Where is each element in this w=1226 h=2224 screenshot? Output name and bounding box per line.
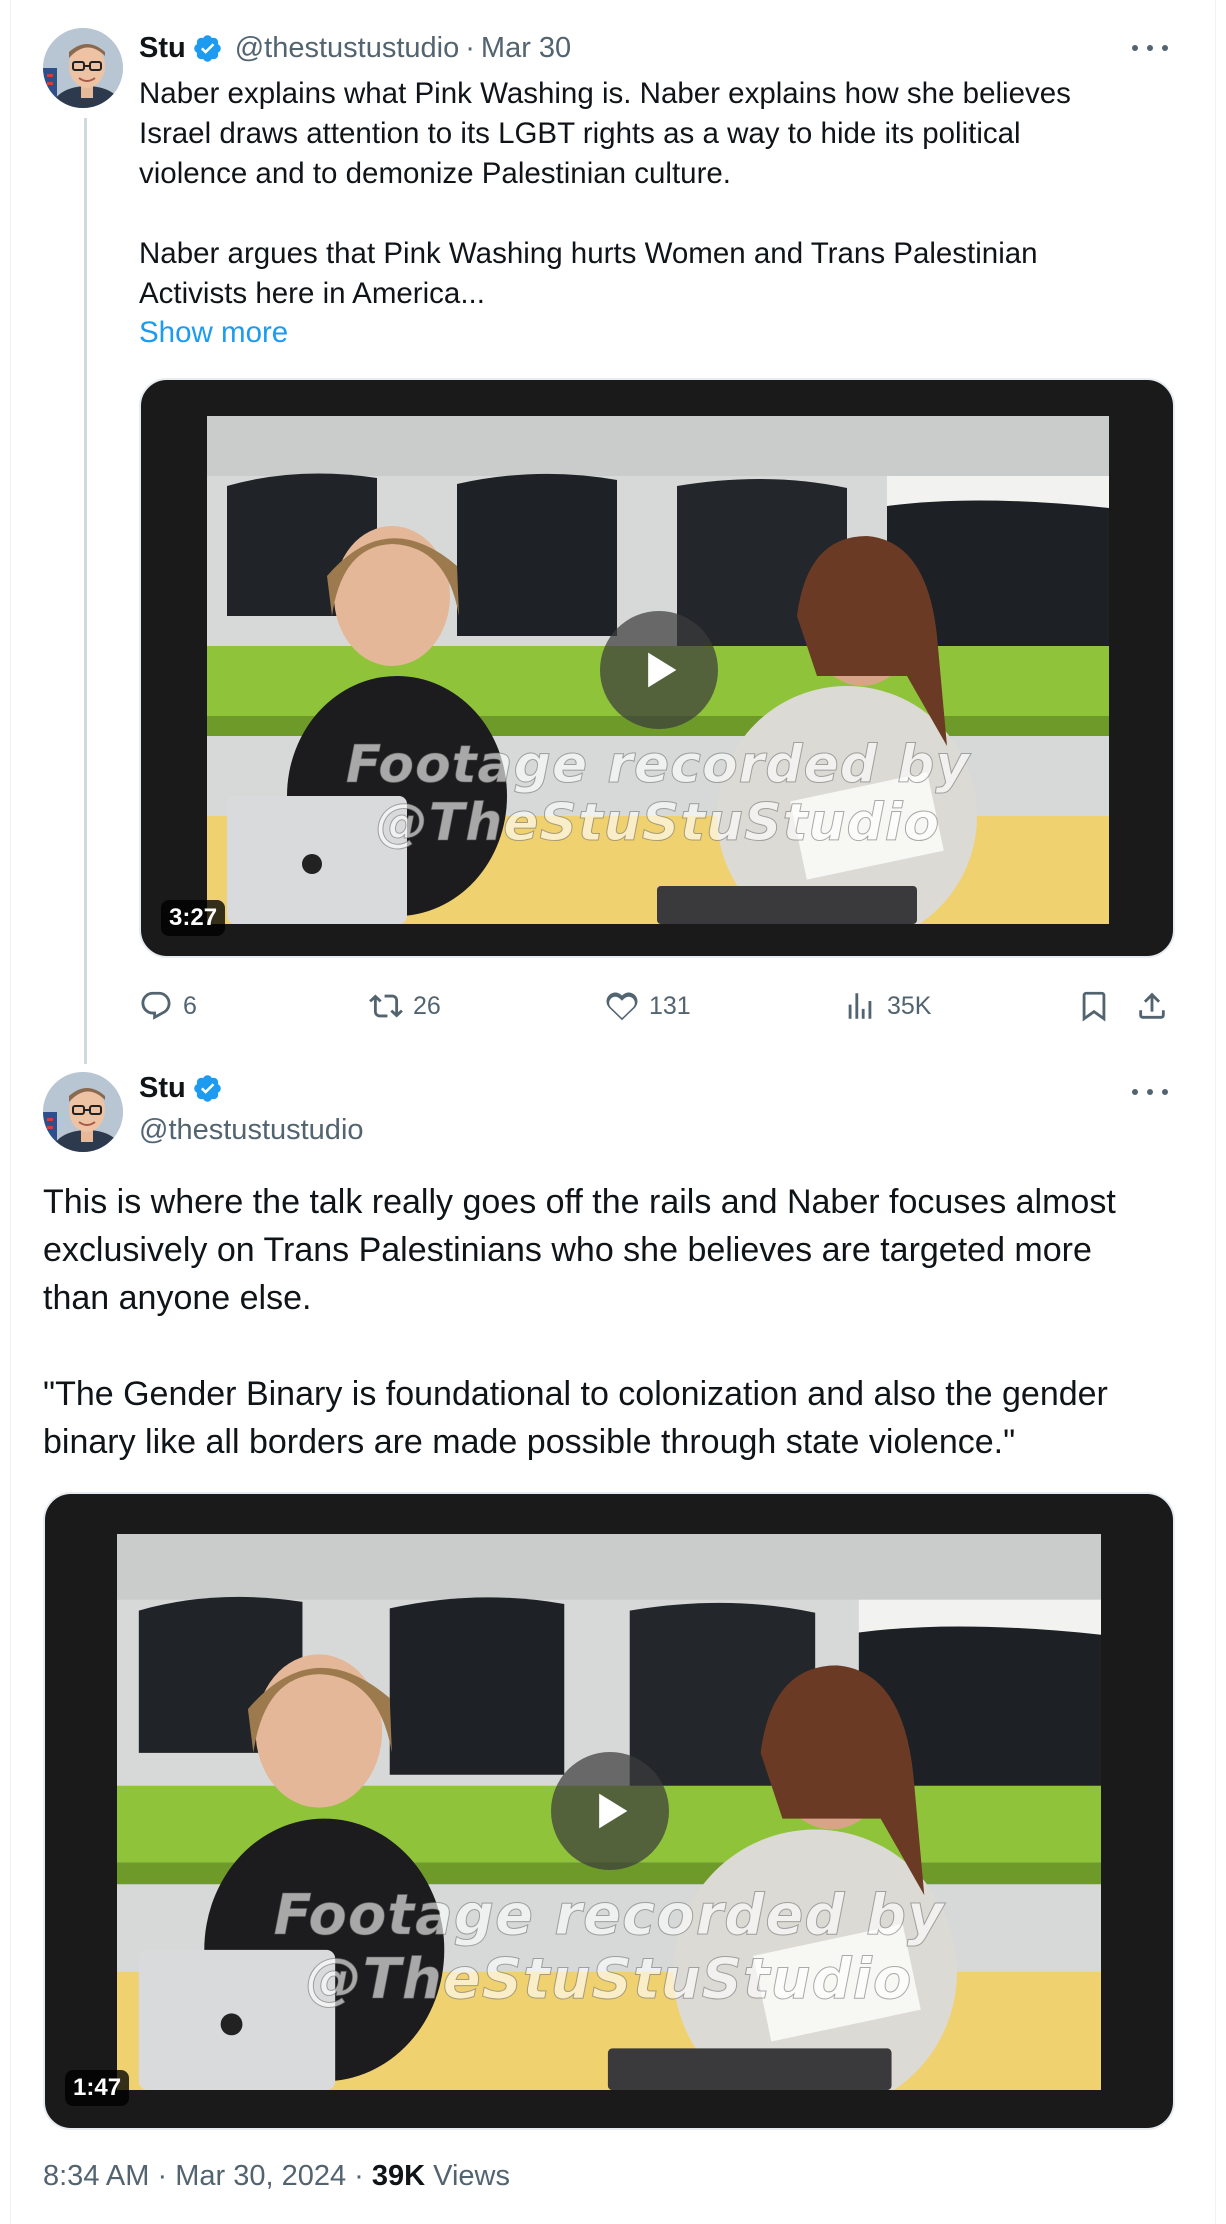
video-duration: 1:47 (65, 2070, 130, 2106)
bookmark-icon (1082, 991, 1106, 1022)
post-text-line: Naber argues that Pink Washing hurts Wom… (139, 237, 1038, 270)
author-name[interactable]: Stu (139, 32, 186, 65)
post-text: This is where the talk really goes off t… (43, 1178, 1183, 1466)
video-watermark: Footage recorded by @TheStuStuStudio (207, 735, 1109, 853)
repost-count: 26 (413, 991, 441, 1020)
avatar-image (43, 1072, 123, 1152)
watermark-line: Footage recorded by (273, 1883, 945, 1948)
post-text-line: than anyone else. (43, 1279, 312, 1317)
like-icon (606, 992, 638, 1021)
author-handle[interactable]: @thestustustudio (235, 32, 460, 65)
post-text-line: This is where the talk really goes off t… (43, 1183, 1116, 1221)
post-header: Stu (139, 1072, 223, 1105)
views-total: 39K (371, 2160, 426, 2192)
post-text-line: Activists here in America... (139, 277, 485, 310)
more-icon[interactable] (1132, 38, 1168, 58)
show-more-link[interactable]: Show more (139, 313, 288, 353)
more-icon[interactable] (1132, 1082, 1168, 1102)
meta-separator: · (354, 2160, 364, 2192)
reply-button[interactable]: 6 (139, 984, 197, 1028)
avatar-image (43, 28, 123, 108)
views-count: 35K (887, 991, 932, 1020)
reply-count: 6 (183, 991, 197, 1020)
share-icon (1139, 992, 1165, 1019)
views-label: Views (433, 2160, 510, 2192)
author-handle[interactable]: @thestustustudio (139, 1114, 364, 1147)
views-button[interactable]: 35K (843, 984, 931, 1028)
author-name[interactable]: Stu (139, 1072, 186, 1105)
views-icon (848, 993, 872, 1019)
post-text-line (43, 1322, 1183, 1370)
post-text-line (139, 194, 1159, 234)
post-full-date[interactable]: Mar 30, 2024 (175, 2160, 346, 2192)
bookmark-button[interactable] (1077, 984, 1111, 1028)
watermark-line: Footage recorded by (345, 735, 971, 795)
repost-icon (369, 994, 403, 1018)
post-text-line: binary like all borders are made possibl… (43, 1423, 1016, 1461)
video-player[interactable]: Footage recorded by @TheStuStuStudio 1:4… (43, 1492, 1175, 2130)
post-date[interactable]: Mar 30 (481, 32, 571, 65)
header-separator: · (465, 31, 475, 64)
avatar[interactable] (43, 28, 123, 108)
play-button[interactable] (600, 611, 718, 729)
verified-badge-icon (192, 1073, 223, 1104)
post-text: Naber explains what Pink Washing is. Nab… (139, 74, 1159, 314)
watermark-line: @TheStuStuStudio (305, 1947, 913, 2012)
meta-separator: · (157, 2160, 168, 2192)
post-header: Stu @thestustustudio · Mar 30 (139, 28, 571, 68)
post-meta: 8:34 AM · Mar 30, 2024 · 39K Views (43, 2160, 510, 2193)
post-text-line: Israel draws attention to its LGBT right… (139, 117, 1021, 150)
play-button[interactable] (551, 1752, 669, 1870)
video-player[interactable]: Footage recorded by @TheStuStuStudio 3:2… (139, 378, 1175, 958)
play-icon (599, 1793, 628, 1829)
reply-icon (141, 991, 171, 1020)
post-time[interactable]: 8:34 AM (43, 2160, 149, 2192)
video-duration: 3:27 (161, 900, 226, 936)
post-text-line: "The Gender Binary is foundational to co… (43, 1375, 1108, 1413)
like-count: 131 (649, 991, 691, 1020)
play-icon (648, 652, 677, 688)
verified-badge-icon (192, 33, 223, 64)
video-watermark: Footage recorded by @TheStuStuStudio (117, 1883, 1101, 2012)
thread-connector-line (84, 118, 87, 1064)
post-actions: 6 26 131 35K (139, 984, 1175, 1028)
repost-button[interactable]: 26 (369, 984, 441, 1028)
post-text-line: exclusively on Trans Palestinians who sh… (43, 1231, 1092, 1269)
post-text-line: Naber explains what Pink Washing is. Nab… (139, 77, 1071, 110)
share-button[interactable] (1135, 984, 1169, 1028)
like-button[interactable]: 131 (605, 984, 691, 1028)
avatar[interactable] (43, 1072, 123, 1152)
watermark-line: @TheStuStuStudio (375, 793, 941, 853)
post-text-line: violence and to demonize Palestinian cul… (139, 157, 732, 190)
